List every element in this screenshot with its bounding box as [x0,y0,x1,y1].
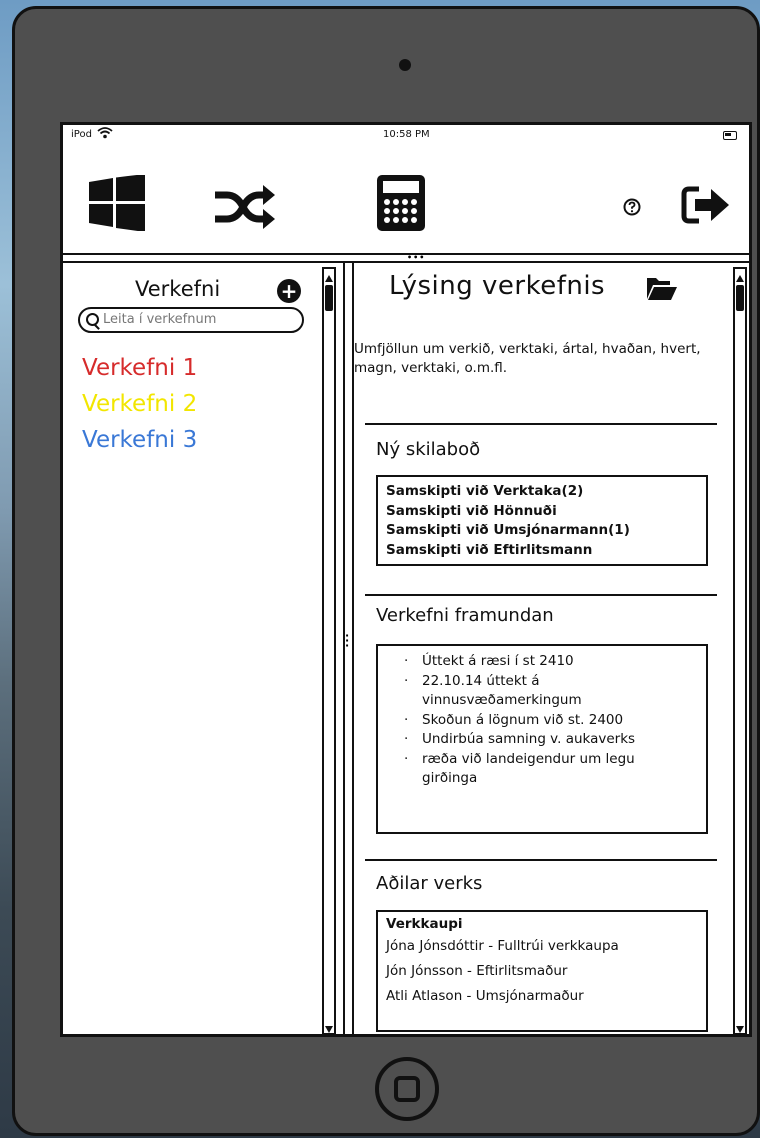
section-divider [365,423,717,425]
toolbar-divider [63,253,749,255]
task-item: Úttekt á ræsi í st 2410 [404,652,682,672]
sidebar-item-project-1[interactable]: Verkefni 1 [82,355,197,381]
folder-open-icon[interactable] [646,275,678,305]
section-divider [365,594,717,596]
page-title: Lýsing verkefnis [389,271,606,301]
carrier-label: iPod [71,129,92,140]
detail-scrollbar[interactable] [733,267,747,1034]
logout-icon[interactable] [681,185,733,229]
search-placeholder: Leita í verkefnum [103,312,217,327]
project-sidebar: Verkefni + Leita í verkefnum Verkefni 1 … [63,263,345,1034]
project-search-input[interactable]: Leita í verkefnum [78,307,304,333]
messages-title: Ný skilaboð [376,439,481,460]
status-time: 10:58 PM [383,129,430,140]
parties-title: Aðilar verks [376,873,483,894]
calculator-icon[interactable] [375,173,427,237]
scroll-down-icon[interactable] [735,1021,745,1033]
task-item: Undirbúa samning v. aukaverks [404,730,682,750]
message-link[interactable]: Samskipti við Umsjónarmann(1) [386,521,706,541]
project-detail: Lýsing verkefnis Umfjöllun um verkið, ve… [354,263,749,1034]
sidebar-item-project-2[interactable]: Verkefni 2 [82,391,197,417]
add-project-icon[interactable]: + [277,279,301,303]
battery-icon [723,131,737,140]
home-square-icon [394,1076,420,1102]
upcoming-title: Verkefni framundan [376,605,554,626]
section-divider [365,859,717,861]
resize-handle-vertical[interactable]: · · · [345,630,349,651]
messages-box: Samskipti við Verktaka(2) Samskipti við … [376,475,708,566]
parties-header: Verkkaupi [386,916,463,932]
party-item: Atli Atlason - Umsjónarmaður [386,988,584,1004]
camera [399,59,411,71]
status-bar: iPod 10:58 PM [63,125,749,145]
sidebar-title: Verkefni [135,277,221,301]
message-link[interactable]: Samskipti við Verktaka(2) [386,482,706,502]
sidebar-scroll-thumb[interactable] [325,285,333,311]
help-icon[interactable] [623,198,641,220]
sidebar-item-project-3[interactable]: Verkefni 3 [82,427,197,453]
scroll-down-icon[interactable] [324,1021,334,1033]
search-icon [86,313,99,326]
project-description: Umfjöllun um verkið, verktaki, ártal, hv… [354,341,701,376]
upcoming-box: Úttekt á ræsi í st 2410 22.10.14 úttekt … [376,644,708,834]
toolbar [63,145,749,253]
party-item: Jóna Jónsdóttir - Fulltrúi verkkaupa [386,938,619,954]
message-link[interactable]: Samskipti við Hönnuði [386,502,706,522]
home-button[interactable] [375,1057,439,1121]
tablet-frame: iPod 10:58 PM ••• Verkefni + Leita í ver… [12,6,760,1136]
task-item: Skoðun á lögnum við st. 2400 [404,711,682,731]
sidebar-scrollbar[interactable] [322,267,336,1034]
task-item: 22.10.14 úttekt á vinnusvæðamerkingum [404,672,622,711]
wifi-icon [97,127,113,142]
message-link[interactable]: Samskipti við Eftirlitsmann [386,541,706,561]
parties-box: Verkkaupi Jóna Jónsdóttir - Fulltrúi ver… [376,910,708,1032]
scroll-up-icon[interactable] [324,269,334,282]
detail-scroll-thumb[interactable] [736,285,744,311]
task-item: ræða við landeigendur um legu girðinga [404,750,682,789]
party-item: Jón Jónsson - Eftirlitsmaður [386,963,568,979]
screen: iPod 10:58 PM ••• Verkefni + Leita í ver… [60,122,752,1037]
windows-icon[interactable] [89,174,145,235]
shuffle-icon[interactable] [213,185,275,233]
scroll-up-icon[interactable] [735,269,745,282]
